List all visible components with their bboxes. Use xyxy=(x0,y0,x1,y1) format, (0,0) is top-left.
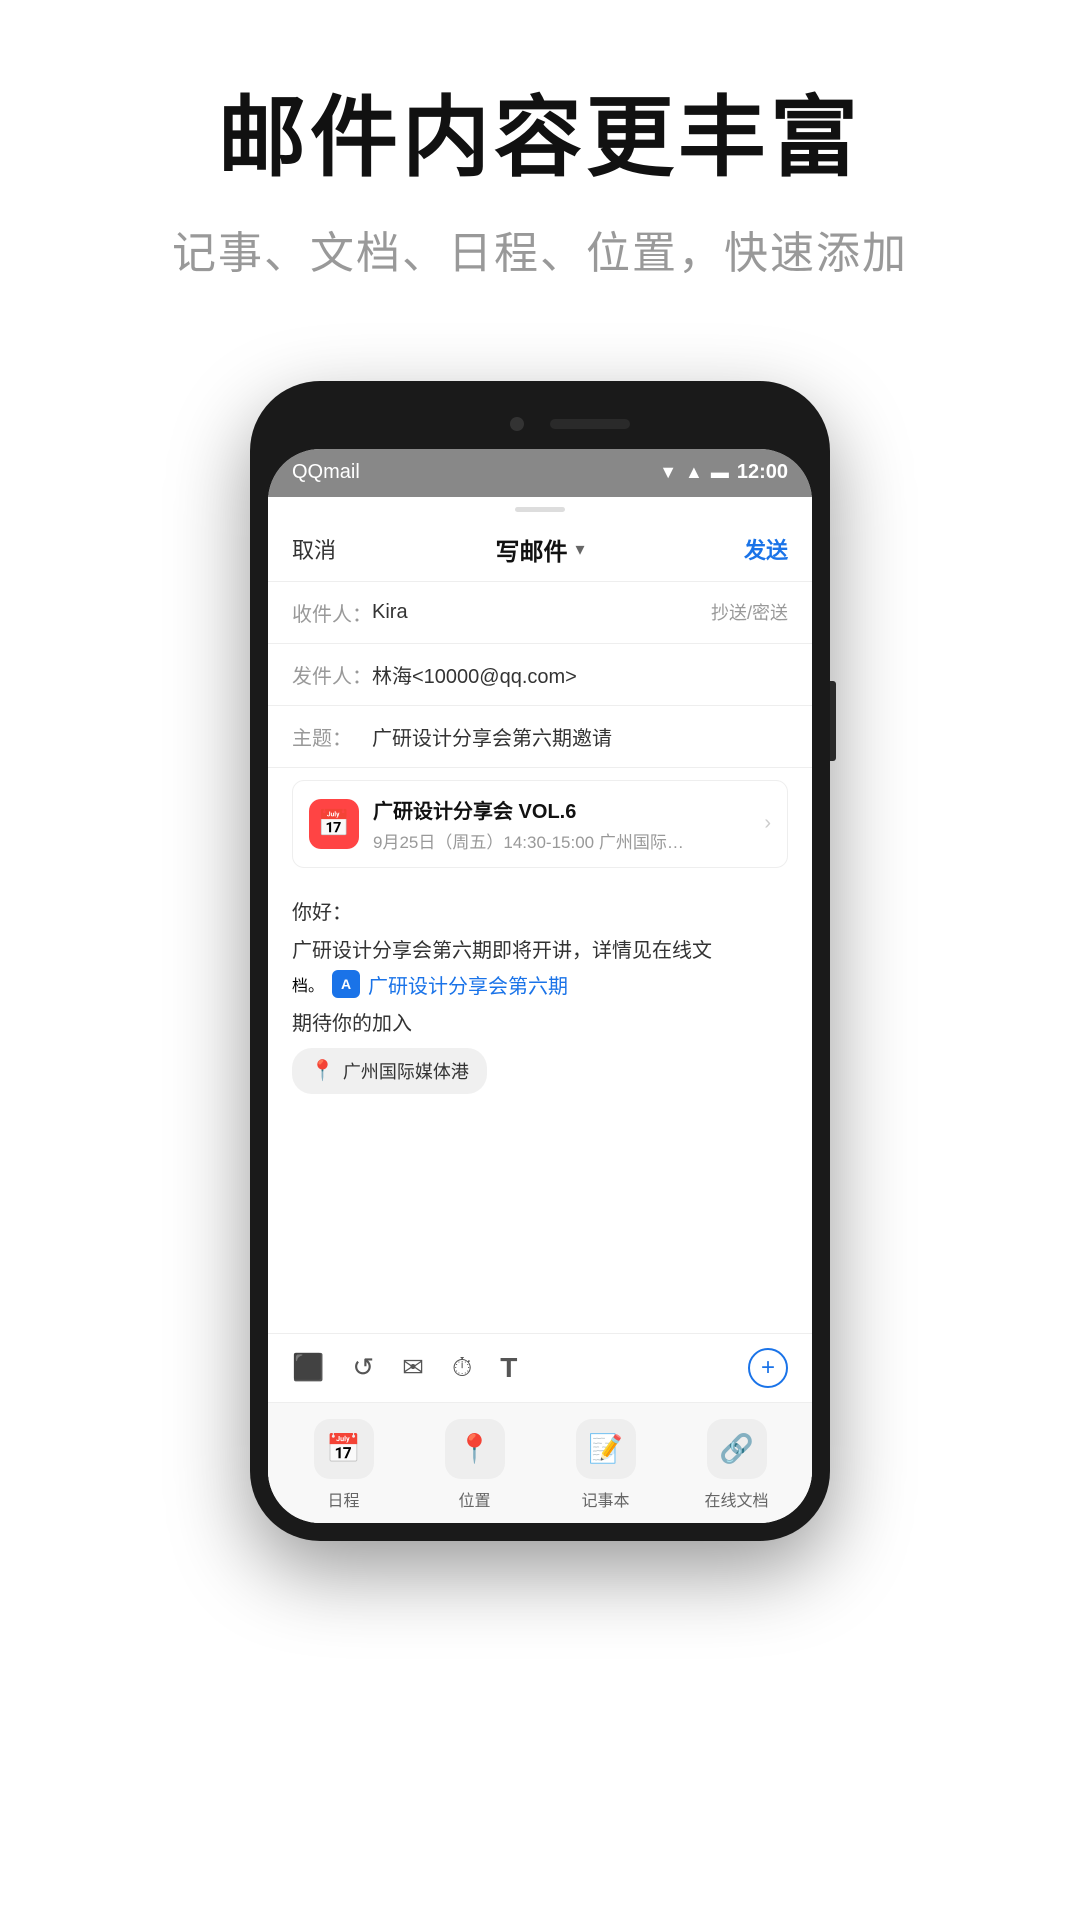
body-closing: 期待你的加入 xyxy=(292,1007,788,1036)
drag-pill xyxy=(515,507,565,512)
calendar-chevron-icon: › xyxy=(764,812,771,835)
action-location-icon: 📍 xyxy=(445,1419,505,1479)
to-field: 收件人： Kira 抄送/密送 xyxy=(268,582,812,644)
email-container: 取消 写邮件 ▾ 发送 收件人： Kira 抄送/密送 发件人： 林海<10 xyxy=(268,497,812,1523)
action-location-label: 位置 xyxy=(458,1487,490,1511)
from-field: 发件人： 林海<10000@qq.com> xyxy=(268,644,812,706)
phone-screen: QQmail ▼ ▲ ▬ 12:00 xyxy=(268,449,812,1523)
body-greeting: 你好： xyxy=(292,896,788,930)
compose-header: 取消 写邮件 ▾ 发送 xyxy=(268,518,812,582)
action-notes-label: 记事本 xyxy=(581,1487,629,1511)
from-label: 发件人： xyxy=(292,660,372,689)
add-button[interactable]: + xyxy=(748,1348,788,1388)
compose-title-area: 写邮件 ▾ xyxy=(495,532,584,567)
calendar-event-title: 广研设计分享会 VOL.6 xyxy=(373,795,764,824)
wifi-icon: ▼ xyxy=(659,462,677,483)
status-time: 12:00 xyxy=(737,461,788,484)
to-label: 收件人： xyxy=(292,598,372,627)
sub-title: 记事、文档、日程、位置，快速添加 xyxy=(0,217,1080,281)
body-text-content: 广研设计分享会第六期即将开讲，详情见在线文 xyxy=(292,940,712,962)
calendar-event-time: 9月25日（周五）14:30-15:00 广州国际… xyxy=(373,828,764,853)
attachment-icon[interactable]: ↺ xyxy=(352,1352,374,1383)
status-icons: ▼ ▲ ▬ 12:00 xyxy=(659,461,788,484)
phone-device: QQmail ▼ ▲ ▬ 12:00 xyxy=(250,381,830,1541)
action-notes-icon: 📝 xyxy=(576,1419,636,1479)
phone-side-button xyxy=(830,681,836,761)
doc-icon[interactable]: A xyxy=(332,970,360,998)
from-value: 林海<10000@qq.com> xyxy=(372,660,788,689)
phone-wrapper: QQmail ▼ ▲ ▬ 12:00 xyxy=(0,381,1080,1541)
location-tag[interactable]: 📍 广州国际媒体港 xyxy=(292,1048,487,1094)
action-calendar-icon: 📅 xyxy=(314,1419,374,1479)
subject-label: 主题： xyxy=(292,722,372,751)
calendar-info: 广研设计分享会 VOL.6 9月25日（周五）14:30-15:00 广州国际… xyxy=(373,795,764,853)
plus-icon: + xyxy=(761,1354,775,1382)
drag-indicator xyxy=(268,497,812,518)
chevron-down-icon: ▾ xyxy=(575,539,584,560)
status-app-name: QQmail xyxy=(292,461,360,484)
action-calendar-label: 日程 xyxy=(327,1487,359,1511)
phone-speaker xyxy=(550,419,630,429)
image-icon[interactable]: ⬛ xyxy=(292,1352,324,1383)
body-text: 广研设计分享会第六期即将开讲，详情见在线文 xyxy=(292,934,788,968)
compose-title: 写邮件 xyxy=(495,532,567,567)
phone-notch xyxy=(268,399,812,449)
action-docs[interactable]: 🔗 在线文档 xyxy=(671,1419,802,1511)
toolbar-icons: ⬛ ↺ ✉ ⏱ T xyxy=(292,1352,517,1384)
email-icon[interactable]: ✉ xyxy=(402,1352,424,1383)
body-text-2: 档。 xyxy=(292,972,324,996)
battery-icon: ▬ xyxy=(711,462,729,483)
send-button[interactable]: 发送 xyxy=(744,533,788,565)
doc-link-row: 档。 A 广研设计分享会第六期 xyxy=(292,970,788,999)
cancel-button[interactable]: 取消 xyxy=(292,533,336,565)
action-docs-icon: 🔗 xyxy=(707,1419,767,1479)
email-body[interactable]: 你好： 广研设计分享会第六期即将开讲，详情见在线文 档。 A 广研设计分享会第六… xyxy=(268,880,812,1333)
header-area: 邮件内容更丰富 记事、文档、日程、位置，快速添加 xyxy=(0,0,1080,341)
phone-camera xyxy=(510,417,524,431)
action-calendar[interactable]: 📅 日程 xyxy=(278,1419,409,1511)
text-format-icon[interactable]: T xyxy=(500,1352,517,1384)
location-name: 广州国际媒体港 xyxy=(343,1058,469,1084)
status-bar: QQmail ▼ ▲ ▬ 12:00 xyxy=(268,449,812,497)
calendar-symbol: 📅 xyxy=(318,808,350,839)
signal-icon: ▲ xyxy=(685,462,703,483)
calendar-attachment[interactable]: 📅 广研设计分享会 VOL.6 9月25日（周五）14:30-15:00 广州国… xyxy=(292,780,788,868)
location-pin-icon: 📍 xyxy=(310,1058,335,1083)
subject-field: 主题： 广研设计分享会第六期邀请 xyxy=(268,706,812,768)
action-notes[interactable]: 📝 记事本 xyxy=(540,1419,671,1511)
clock-icon[interactable]: ⏱ xyxy=(452,1352,472,1384)
action-docs-label: 在线文档 xyxy=(704,1487,768,1511)
action-location[interactable]: 📍 位置 xyxy=(409,1419,540,1511)
compose-toolbar: ⬛ ↺ ✉ ⏱ T + xyxy=(268,1333,812,1402)
subject-value[interactable]: 广研设计分享会第六期邀请 xyxy=(372,722,788,751)
doc-link[interactable]: 广研设计分享会第六期 xyxy=(368,970,568,999)
cc-button[interactable]: 抄送/密送 xyxy=(711,599,788,625)
calendar-icon: 📅 xyxy=(309,799,359,849)
to-value[interactable]: Kira xyxy=(372,601,711,624)
main-title: 邮件内容更丰富 xyxy=(0,90,1080,187)
bottom-action-bar: 📅 日程 📍 位置 📝 记事本 🔗 在线文档 xyxy=(268,1402,812,1523)
